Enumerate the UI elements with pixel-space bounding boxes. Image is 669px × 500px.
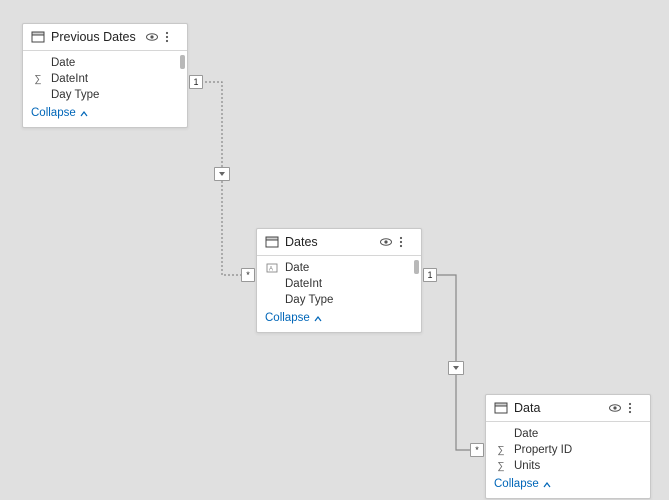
field-label: DateInt [285,278,322,290]
field-type-icon [265,278,279,290]
field-label: DateInt [51,73,88,85]
more-options-icon[interactable] [165,30,179,44]
table-title: Dates [285,235,373,249]
field-label: Day Type [285,294,333,306]
field-label: Date [285,262,309,274]
scrollbar-thumb[interactable] [180,55,185,69]
text-field-icon: A [265,262,279,274]
table-header: Dates [257,229,421,256]
table-card-dates[interactable]: Dates A Date DateInt Day Type Collapse [256,228,422,333]
chevron-up-icon [543,480,551,488]
field-row[interactable]: A Date [257,260,421,276]
visibility-icon[interactable] [145,30,159,44]
sigma-icon: ∑ [494,444,508,456]
filter-direction-badge [448,361,464,375]
field-row[interactable]: Date [23,55,187,71]
field-row[interactable]: Day Type [23,87,187,103]
table-header: Data [486,395,650,422]
table-header: Previous Dates [23,24,187,51]
table-body: Date ∑ DateInt Day Type Collapse [23,51,187,127]
visibility-icon[interactable] [608,401,622,415]
table-icon [265,235,279,249]
field-label: Property ID [514,444,572,456]
chevron-up-icon [314,314,322,322]
collapse-label: Collapse [494,478,539,490]
cardinality-one-badge: 1 [423,268,437,282]
sigma-icon: ∑ [494,460,508,472]
more-options-icon[interactable] [628,401,642,415]
table-body: A Date DateInt Day Type Collapse [257,256,421,332]
field-label: Date [51,57,75,69]
table-title: Data [514,401,602,415]
field-label: Day Type [51,89,99,101]
table-title: Previous Dates [51,30,139,44]
field-row[interactable]: ∑ Units [486,458,650,474]
field-type-icon [494,428,508,440]
field-type-icon [265,294,279,306]
field-type-icon [31,57,45,69]
table-card-previous-dates[interactable]: Previous Dates Date ∑ DateInt Day Type C… [22,23,188,128]
field-row[interactable]: DateInt [257,276,421,292]
field-row[interactable]: ∑ Property ID [486,442,650,458]
field-label: Date [514,428,538,440]
more-options-icon[interactable] [399,235,413,249]
field-row[interactable]: Date [486,426,650,442]
table-body: Date ∑ Property ID ∑ Units Collapse [486,422,650,498]
field-type-icon [31,89,45,101]
field-label: Units [514,460,540,472]
collapse-button[interactable]: Collapse [23,103,187,121]
cardinality-many-badge: * [470,443,484,457]
collapse-button[interactable]: Collapse [486,474,650,492]
collapse-button[interactable]: Collapse [257,308,421,326]
svg-text:A: A [269,267,273,273]
field-row[interactable]: ∑ DateInt [23,71,187,87]
chevron-up-icon [80,109,88,117]
visibility-icon[interactable] [379,235,393,249]
table-icon [494,401,508,415]
field-row[interactable]: Day Type [257,292,421,308]
collapse-label: Collapse [265,312,310,324]
scrollbar-thumb[interactable] [414,260,419,274]
sigma-icon: ∑ [31,73,45,85]
table-card-data[interactable]: Data Date ∑ Property ID ∑ Units Collapse [485,394,651,499]
table-icon [31,30,45,44]
collapse-label: Collapse [31,107,76,119]
